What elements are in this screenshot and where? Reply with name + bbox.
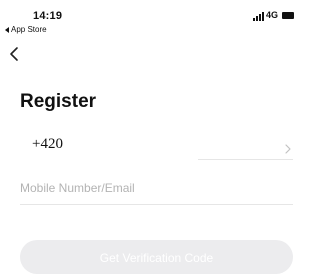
mobile-or-email-input[interactable]	[20, 177, 293, 199]
status-time: 14:19	[33, 10, 63, 22]
chevron-left-icon	[10, 47, 18, 61]
input-divider	[20, 204, 293, 205]
country-picker[interactable]	[284, 142, 292, 154]
battery-icon	[282, 12, 294, 19]
back-button[interactable]	[8, 46, 22, 62]
get-verification-code-button[interactable]: Get Verification Code	[20, 240, 293, 274]
country-code-selector[interactable]: +420	[32, 136, 63, 153]
back-to-app-link[interactable]: App Store	[5, 25, 47, 34]
page-title: Register	[20, 91, 97, 112]
status-bar: 14:19 App Store 4G	[0, 0, 294, 40]
network-type: 4G	[266, 10, 279, 20]
country-code-divider	[198, 159, 293, 160]
signal-strength-icon	[253, 12, 264, 21]
chevron-right-icon	[285, 144, 291, 154]
back-triangle-icon	[5, 26, 9, 33]
back-to-app-label: App Store	[11, 25, 47, 34]
